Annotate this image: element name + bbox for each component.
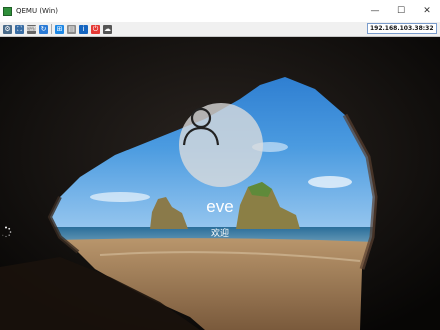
title-bar: QEMU (Win) — ☐ ✕	[0, 0, 440, 22]
user-avatar	[179, 103, 263, 187]
user-icon	[182, 107, 220, 146]
cloud-icon[interactable]: ☁	[103, 24, 112, 34]
loading-spinner-icon	[2, 226, 12, 238]
app-icon	[3, 6, 12, 16]
window-title: QEMU (Win)	[16, 7, 58, 15]
settings-icon[interactable]: ⚙	[3, 24, 12, 34]
toolbar: ⚙ ⛶ ⌨ ↻ ⊞ ▤ i ⏻ ☁ 192.168.103.38:32	[0, 22, 440, 37]
status-row: 欢迎	[0, 226, 440, 239]
window-controls: — ☐ ✕	[362, 0, 440, 22]
username-label: eve	[206, 197, 234, 216]
info-icon[interactable]: i	[79, 24, 88, 34]
toolbar-separator	[51, 24, 52, 34]
toolbar-buttons: ⚙ ⛶ ⌨ ↻ ⊞ ▤ i ⏻ ☁	[0, 24, 112, 34]
address-field[interactable]: 192.168.103.38:32	[367, 23, 437, 34]
vm-screen[interactable]: eve 欢迎	[0, 37, 440, 330]
minimize-button[interactable]: —	[362, 0, 388, 22]
power-icon[interactable]: ⏻	[91, 24, 100, 34]
maximize-button[interactable]: ☐	[388, 0, 414, 22]
close-button[interactable]: ✕	[414, 0, 440, 22]
refresh-icon[interactable]: ↻	[39, 24, 48, 34]
status-text: 欢迎	[210, 229, 229, 239]
document-icon[interactable]: ▤	[67, 24, 76, 34]
fullscreen-icon[interactable]: ⛶	[15, 24, 24, 34]
windows-key-icon[interactable]: ⊞	[55, 24, 64, 34]
keyboard-icon[interactable]: ⌨	[26, 24, 37, 34]
